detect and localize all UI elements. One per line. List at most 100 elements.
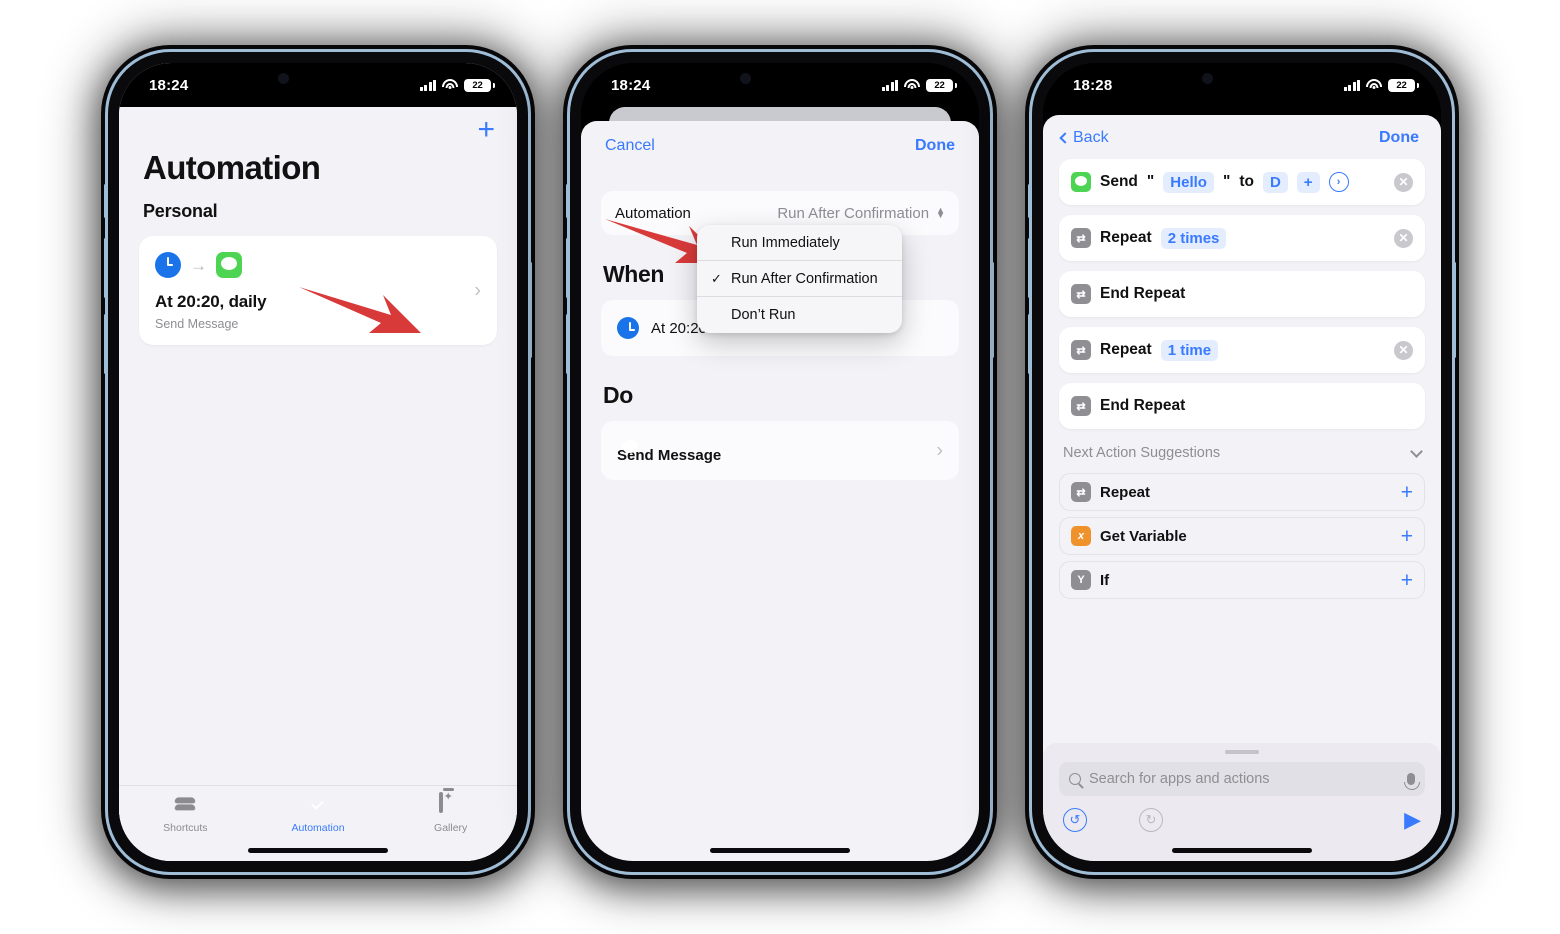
suggestion-row-repeat[interactable]: ⇄ Repeat +	[1059, 473, 1425, 511]
recipient-chip[interactable]: D	[1262, 171, 1288, 193]
battery-level: 22	[472, 79, 483, 91]
sidebar-item-shortcuts[interactable]: Shortcuts	[119, 794, 252, 834]
battery-level: 22	[934, 79, 945, 91]
cancel-button[interactable]: Cancel	[605, 137, 655, 155]
battery-icon: 22	[926, 78, 957, 92]
run-mode-dropdown-menu[interactable]: Run Immediately ✓ Run After Confirmation…	[697, 225, 902, 333]
back-button[interactable]: Back	[1059, 129, 1109, 147]
redo-button[interactable]: ↻	[1139, 808, 1163, 832]
wifi-icon	[1366, 79, 1382, 91]
mute-switch[interactable]	[1028, 184, 1031, 218]
undo-button[interactable]: ↺	[1063, 808, 1087, 832]
repeat-icon: ⇄	[1071, 228, 1091, 248]
repeat-icon: ⇄	[1071, 284, 1091, 304]
automation-list-item[interactable]: → At 20:20, daily Send Message ›	[139, 236, 497, 345]
suggestion-label: If	[1100, 571, 1110, 589]
add-suggestion-button[interactable]: +	[1401, 482, 1413, 503]
delete-action-button[interactable]: ✕	[1394, 172, 1413, 192]
message-text-chip[interactable]: Hello	[1163, 171, 1214, 193]
phone-3-shortcut-editor: 18:28 22 Back Done Send " Hello " to D +…	[1028, 52, 1456, 872]
sheet-nav-bar: Cancel Done	[581, 121, 979, 161]
suggestion-label: Get Variable	[1100, 527, 1187, 545]
section-header-personal: Personal	[143, 201, 218, 221]
home-indicator	[1172, 848, 1312, 853]
add-suggestion-button[interactable]: +	[1401, 526, 1413, 547]
automation-title: At 20:20, daily	[155, 292, 267, 311]
menu-item-run-immediately[interactable]: Run Immediately	[697, 225, 902, 261]
editor-bottom-panel: Search for apps and actions ↺ ↻ ▶	[1043, 743, 1441, 861]
notch	[1167, 63, 1317, 93]
run-shortcut-button[interactable]: ▶	[1404, 809, 1421, 831]
phone-2-screen: 18:24 22 Cancel Done Automation Run Afte…	[581, 63, 979, 861]
status-bar: 18:24 22	[119, 63, 517, 107]
sidebar-item-automation[interactable]: Automation	[252, 794, 385, 834]
action-preposition: to	[1239, 173, 1254, 190]
wifi-icon	[442, 79, 458, 91]
battery-icon: 22	[1388, 78, 1419, 92]
suggestion-row-get-variable[interactable]: x Get Variable +	[1059, 517, 1425, 555]
do-action-row[interactable]: Send Message ›	[601, 421, 959, 480]
messages-icon	[1071, 172, 1091, 192]
check-circle-icon	[306, 794, 330, 818]
mute-switch[interactable]	[104, 184, 107, 218]
status-indicators: 22	[1343, 78, 1419, 92]
action-row-repeat-1[interactable]: ⇄ Repeat 1 time ✕	[1059, 327, 1425, 373]
menu-item-dont-run[interactable]: Don’t Run	[697, 297, 902, 333]
next-action-suggestions-header[interactable]: Next Action Suggestions	[1043, 429, 1441, 467]
automation-mode-value: Run After Confirmation	[777, 204, 930, 222]
menu-item-label: Run After Confirmation	[731, 270, 878, 287]
repeat-icon: ⇄	[1071, 396, 1091, 416]
add-automation-button[interactable]: +	[477, 115, 495, 145]
sidebar-item-gallery[interactable]: Gallery	[384, 792, 517, 834]
status-time: 18:28	[1073, 76, 1113, 94]
repeat-count-chip[interactable]: 1 time	[1160, 339, 1219, 361]
battery-icon: 22	[464, 78, 495, 92]
power-button[interactable]	[991, 262, 994, 358]
done-button[interactable]: Done	[1379, 129, 1419, 147]
section-header-do: Do	[603, 382, 633, 408]
add-recipient-chip[interactable]: +	[1296, 171, 1320, 193]
microphone-icon[interactable]	[1404, 773, 1420, 790]
menu-item-label: Don’t Run	[731, 307, 796, 323]
done-button[interactable]: Done	[915, 137, 955, 155]
editor-toolbar: ↺ ↻ ▶	[1043, 796, 1441, 832]
search-input[interactable]: Search for apps and actions	[1059, 762, 1425, 796]
tab-label: Gallery	[434, 822, 468, 834]
power-button[interactable]	[1453, 262, 1456, 358]
layers-icon	[173, 794, 197, 818]
suggestion-row-if[interactable]: Y If +	[1059, 561, 1425, 599]
expand-recipients-icon[interactable]: ›	[1328, 172, 1349, 192]
screenshot-stage: 18:24 22 + Automation Personal → At 20:2…	[0, 0, 1560, 934]
repeat-count-chip[interactable]: 2 times	[1160, 227, 1227, 249]
phone-3-body: Back Done Send " Hello " to D + › ✕ ⇄ Re…	[1043, 107, 1441, 861]
action-row-repeat-2[interactable]: ⇄ Repeat 2 times ✕	[1059, 215, 1425, 261]
repeat-icon: ⇄	[1071, 482, 1091, 502]
status-time: 18:24	[611, 76, 651, 94]
action-row-send-message[interactable]: Send " Hello " to D + › ✕	[1059, 159, 1425, 205]
mute-switch[interactable]	[566, 184, 569, 218]
automation-subtitle: Send Message	[155, 317, 239, 331]
front-camera-icon	[278, 73, 289, 84]
phone-2-body: Cancel Done Automation Run After Confirm…	[581, 107, 979, 861]
quote-mark: "	[1146, 173, 1155, 190]
status-time: 18:24	[149, 76, 189, 94]
chevron-down-icon[interactable]	[1410, 444, 1423, 458]
front-camera-icon	[1202, 73, 1213, 84]
automation-mode-value-wrap[interactable]: Run After Confirmation ▲ ▼	[777, 205, 945, 222]
automation-edit-sheet: Cancel Done Automation Run After Confirm…	[581, 121, 979, 861]
cellular-bars-icon	[1343, 79, 1360, 91]
add-suggestion-button[interactable]: +	[1401, 570, 1413, 591]
search-placeholder: Search for apps and actions	[1089, 771, 1270, 787]
shortcut-edit-sheet: Back Done Send " Hello " to D + › ✕ ⇄ Re…	[1043, 115, 1441, 861]
suggestion-label: Repeat	[1100, 483, 1151, 501]
power-button[interactable]	[529, 262, 532, 358]
drag-handle[interactable]	[1225, 750, 1259, 754]
home-indicator	[248, 848, 388, 853]
delete-action-button[interactable]: ✕	[1394, 228, 1413, 248]
clock-icon	[617, 317, 639, 339]
delete-action-button[interactable]: ✕	[1394, 340, 1413, 360]
menu-item-run-after-confirmation[interactable]: ✓ Run After Confirmation	[697, 261, 902, 297]
action-row-end-repeat-1[interactable]: ⇄ End Repeat	[1059, 271, 1425, 317]
action-row-end-repeat-2[interactable]: ⇄ End Repeat	[1059, 383, 1425, 429]
status-indicators: 22	[419, 78, 495, 92]
